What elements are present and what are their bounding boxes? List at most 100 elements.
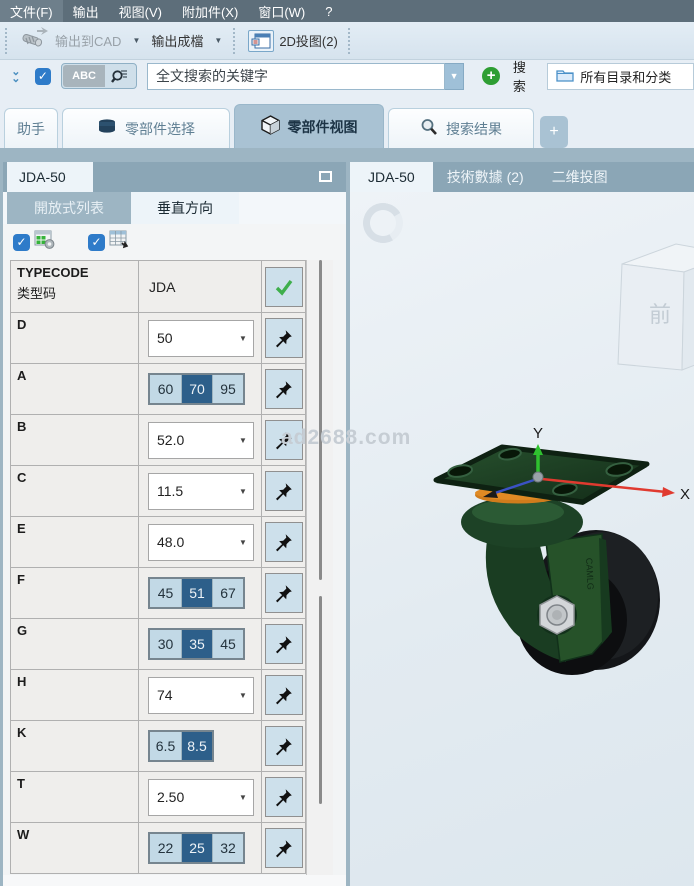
tab-assistant[interactable]: 助手 — [4, 108, 58, 148]
toolbar-grip-handle[interactable] — [233, 28, 238, 54]
tab-part-view[interactable]: 零部件视图 — [234, 104, 384, 148]
parameter-panel-title-tab[interactable]: JDA-50 — [7, 162, 93, 192]
tab-model[interactable]: JDA-50 — [350, 162, 433, 192]
dropdown-value: 48.0 — [149, 534, 233, 550]
segment-option-F-51[interactable]: 51 — [181, 579, 212, 607]
param-row-A: A607095 — [11, 364, 306, 415]
tab-open-list-label: 開放式列表 — [34, 198, 104, 218]
pin-param-G-button[interactable] — [265, 624, 303, 664]
model-3d-viewport[interactable]: 前 上 CAML — [350, 192, 694, 886]
search-scope-selector[interactable]: 所有目录和分类 — [547, 63, 694, 90]
menu-output[interactable]: 输出 — [63, 0, 109, 22]
segment-option-K-8.5[interactable]: 8.5 — [181, 732, 212, 760]
param-dropdown-H[interactable]: 74▼ — [148, 677, 254, 714]
folder-icon — [556, 68, 574, 85]
segment-option-A-70[interactable]: 70 — [181, 375, 212, 403]
pin-param-K-button[interactable] — [265, 726, 303, 766]
param-segment-K: 6.58.5 — [148, 730, 214, 762]
pin-param-H-button[interactable] — [265, 675, 303, 715]
param-value-cell: 222532 — [139, 823, 262, 873]
abc-text-search-button[interactable]: ABC — [63, 65, 105, 87]
caster-wheel-model[interactable]: CAMLG — [350, 192, 694, 886]
segment-option-A-60[interactable]: 60 — [150, 375, 181, 403]
param-dropdown-B[interactable]: 52.0▼ — [148, 422, 254, 459]
search-scope-label: 所有目录和分类 — [580, 67, 671, 86]
param-dropdown-T[interactable]: 2.50▼ — [148, 779, 254, 816]
scrollbar-thumb[interactable] — [319, 596, 322, 804]
chevron-down-icon[interactable]: ▼ — [233, 487, 253, 496]
segment-option-W-32[interactable]: 32 — [212, 834, 243, 862]
maximize-icon[interactable] — [319, 171, 332, 182]
segment-option-K-6.5[interactable]: 6.5 — [150, 732, 181, 760]
pin-param-B-button[interactable] — [265, 420, 303, 460]
pin-cell — [262, 721, 306, 771]
confirm-typecode-button[interactable] — [265, 267, 303, 307]
param-label-C: C — [11, 466, 139, 516]
chevron-down-icon[interactable]: ▼ — [233, 691, 253, 700]
toolbar-grip-handle[interactable] — [348, 28, 353, 54]
tab-part-selection[interactable]: 零部件选择 — [62, 108, 230, 148]
export-to-cad-button[interactable]: 输出到CAD — [15, 24, 126, 57]
pin-param-E-button[interactable] — [265, 522, 303, 562]
segment-option-A-95[interactable]: 95 — [212, 375, 243, 403]
tab-vertical[interactable]: 垂直方向 — [131, 192, 239, 224]
tab-2d-projection[interactable]: 二维投图 — [538, 162, 622, 192]
chevron-down-icon[interactable]: ▼ — [233, 538, 253, 547]
segment-option-W-25[interactable]: 25 — [181, 834, 212, 862]
export-doc-button[interactable]: 输出成檔 — [146, 28, 208, 53]
param-dropdown-C[interactable]: 11.5▼ — [148, 473, 254, 510]
menu-file[interactable]: 文件(F) — [0, 0, 63, 22]
tab-add-button[interactable]: + — [540, 116, 568, 148]
model-panel: JDA-50 技術數據 (2) 二维投图 前 上 — [350, 162, 694, 886]
menu-help[interactable]: ? — [315, 0, 342, 22]
projection-2d-button[interactable]: 2D投图(2) — [243, 27, 343, 55]
tab-tech-data[interactable]: 技術數據 (2) — [433, 162, 538, 192]
param-segment-G: 303545 — [148, 628, 245, 660]
parameter-panel: JDA-50 開放式列表 垂直方向 ✓ ✓ — [3, 162, 346, 886]
fulltext-magnifier-icon[interactable] — [105, 65, 135, 87]
pin-cell — [262, 261, 306, 312]
pin-param-W-button[interactable] — [265, 828, 303, 868]
search-option-checkbox[interactable]: ✓ — [35, 68, 52, 85]
chevron-down-icon[interactable]: ▼ — [233, 436, 253, 445]
pin-param-T-button[interactable] — [265, 777, 303, 817]
param-dropdown-E[interactable]: 48.0▼ — [148, 524, 254, 561]
pin-param-D-button[interactable] — [265, 318, 303, 358]
tab-search-results[interactable]: 搜索结果 — [388, 108, 534, 148]
param-value-cell: 2.50▼ — [139, 772, 262, 822]
param-row-T: T2.50▼ — [11, 772, 306, 823]
export-doc-dropdown-arrow[interactable]: ▼ — [208, 36, 228, 45]
pin-cell — [262, 313, 306, 363]
collapse-chevrons-icon[interactable]: ⌄⌄ — [8, 69, 24, 83]
chevron-down-icon[interactable]: ▼ — [233, 793, 253, 802]
tab-open-list[interactable]: 開放式列表 — [7, 192, 131, 224]
export-cad-dropdown-arrow[interactable]: ▼ — [126, 36, 146, 45]
menu-addons[interactable]: 附加件(X) — [172, 0, 248, 22]
segment-option-G-45[interactable]: 45 — [212, 630, 243, 658]
segment-option-W-22[interactable]: 22 — [150, 834, 181, 862]
scrollbar-thumb[interactable] — [319, 260, 322, 580]
toolbar-grip-handle[interactable] — [5, 28, 10, 54]
dropdown-value: 52.0 — [149, 432, 233, 448]
pin-param-F-button[interactable] — [265, 573, 303, 613]
segment-option-G-35[interactable]: 35 — [181, 630, 212, 658]
table-option-checkbox-1[interactable]: ✓ — [13, 234, 30, 251]
segment-option-G-30[interactable]: 30 — [150, 630, 181, 658]
chevron-down-icon[interactable]: ▼ — [233, 334, 253, 343]
tab-add-label: + — [549, 123, 558, 141]
menu-view[interactable]: 视图(V) — [109, 0, 172, 22]
pin-param-A-button[interactable] — [265, 369, 303, 409]
table-option-checkbox-2[interactable]: ✓ — [88, 234, 105, 251]
menu-window[interactable]: 窗口(W) — [248, 0, 315, 22]
add-search-button[interactable]: + — [482, 67, 500, 85]
param-label-B: B — [11, 415, 139, 465]
segment-option-F-45[interactable]: 45 — [150, 579, 181, 607]
tab-tech-data-label: 技術數據 (2) — [447, 167, 524, 187]
pin-param-C-button[interactable] — [265, 471, 303, 511]
search-input[interactable] — [147, 63, 445, 90]
param-label-W: W — [11, 823, 139, 873]
segment-option-F-67[interactable]: 67 — [212, 579, 243, 607]
param-dropdown-D[interactable]: 50▼ — [148, 320, 254, 357]
table-scrollbar[interactable] — [306, 260, 333, 886]
search-history-dropdown[interactable]: ▼ — [445, 63, 465, 90]
